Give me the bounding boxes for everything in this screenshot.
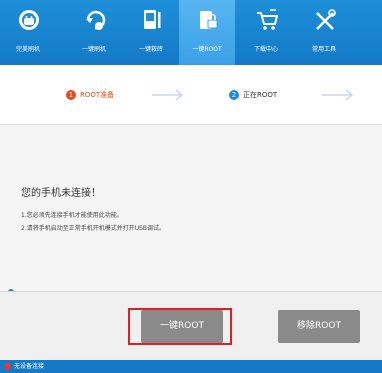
step-indicator: 1 ROOT准备 2 正在ROOT <box>0 65 382 125</box>
refresh-icon <box>86 10 106 30</box>
phone-fix-icon <box>144 10 161 29</box>
top-nav: 完美刷机 一键刷机 一键救砖 一键ROOT 下载中心 常用工具 <box>0 0 382 65</box>
message-panel: 您的手机未连接！ 1.您必须先连接手机才能使用此功能。 2.请将手机启动至正常手… <box>0 125 382 291</box>
nav-label: 下载中心 <box>253 46 278 53</box>
root-lock-icon <box>200 11 218 29</box>
step-label: ROOT准备 <box>80 91 115 99</box>
nav-item-common-tools[interactable]: 常用工具 <box>296 0 352 65</box>
action-bar: 一键ROOT 移除ROOT <box>0 291 382 361</box>
step-rooting: 2 正在ROOT <box>229 89 277 101</box>
nav-label: 一键刷机 <box>81 46 106 53</box>
arrow-right-icon <box>322 89 354 101</box>
step-root-prepare: 1 ROOT准备 <box>66 89 114 101</box>
android-icon <box>19 10 39 30</box>
nav-item-one-key-flash[interactable]: 一键刷机 <box>66 0 122 65</box>
status-bar: 无设备连接 <box>0 360 382 373</box>
step-label: 正在ROOT <box>243 91 278 99</box>
disconnected-icon <box>4 363 11 370</box>
highlight-box <box>128 308 232 345</box>
not-connected-title: 您的手机未连接！ <box>21 188 101 199</box>
nav-label: 常用工具 <box>311 46 336 53</box>
cart-icon <box>257 9 278 30</box>
step-number-badge: 1 <box>66 90 76 100</box>
nav-item-perfect-flash[interactable]: 完美刷机 <box>0 0 56 65</box>
nav-label: 一键救砖 <box>138 46 163 53</box>
nav-item-unbrick[interactable]: 一键救砖 <box>123 0 179 65</box>
arrow-right-icon <box>152 89 184 101</box>
tools-icon <box>316 9 336 30</box>
nav-item-one-key-root[interactable]: 一键ROOT <box>179 0 235 65</box>
nav-label: 一键ROOT <box>192 46 222 53</box>
nav-label: 完美刷机 <box>15 46 40 53</box>
instruction-line: 1.您必须先连接手机才能使用此功能。 <box>21 212 123 219</box>
instruction-line: 2.请将手机启动至正常手机开机模式并打开USB调试。 <box>21 225 166 232</box>
nav-item-download-center[interactable]: 下载中心 <box>238 0 294 65</box>
step-number-badge: 2 <box>229 90 239 100</box>
status-text: 无设备连接 <box>14 363 45 370</box>
remove-root-button[interactable]: 移除ROOT <box>278 310 360 343</box>
